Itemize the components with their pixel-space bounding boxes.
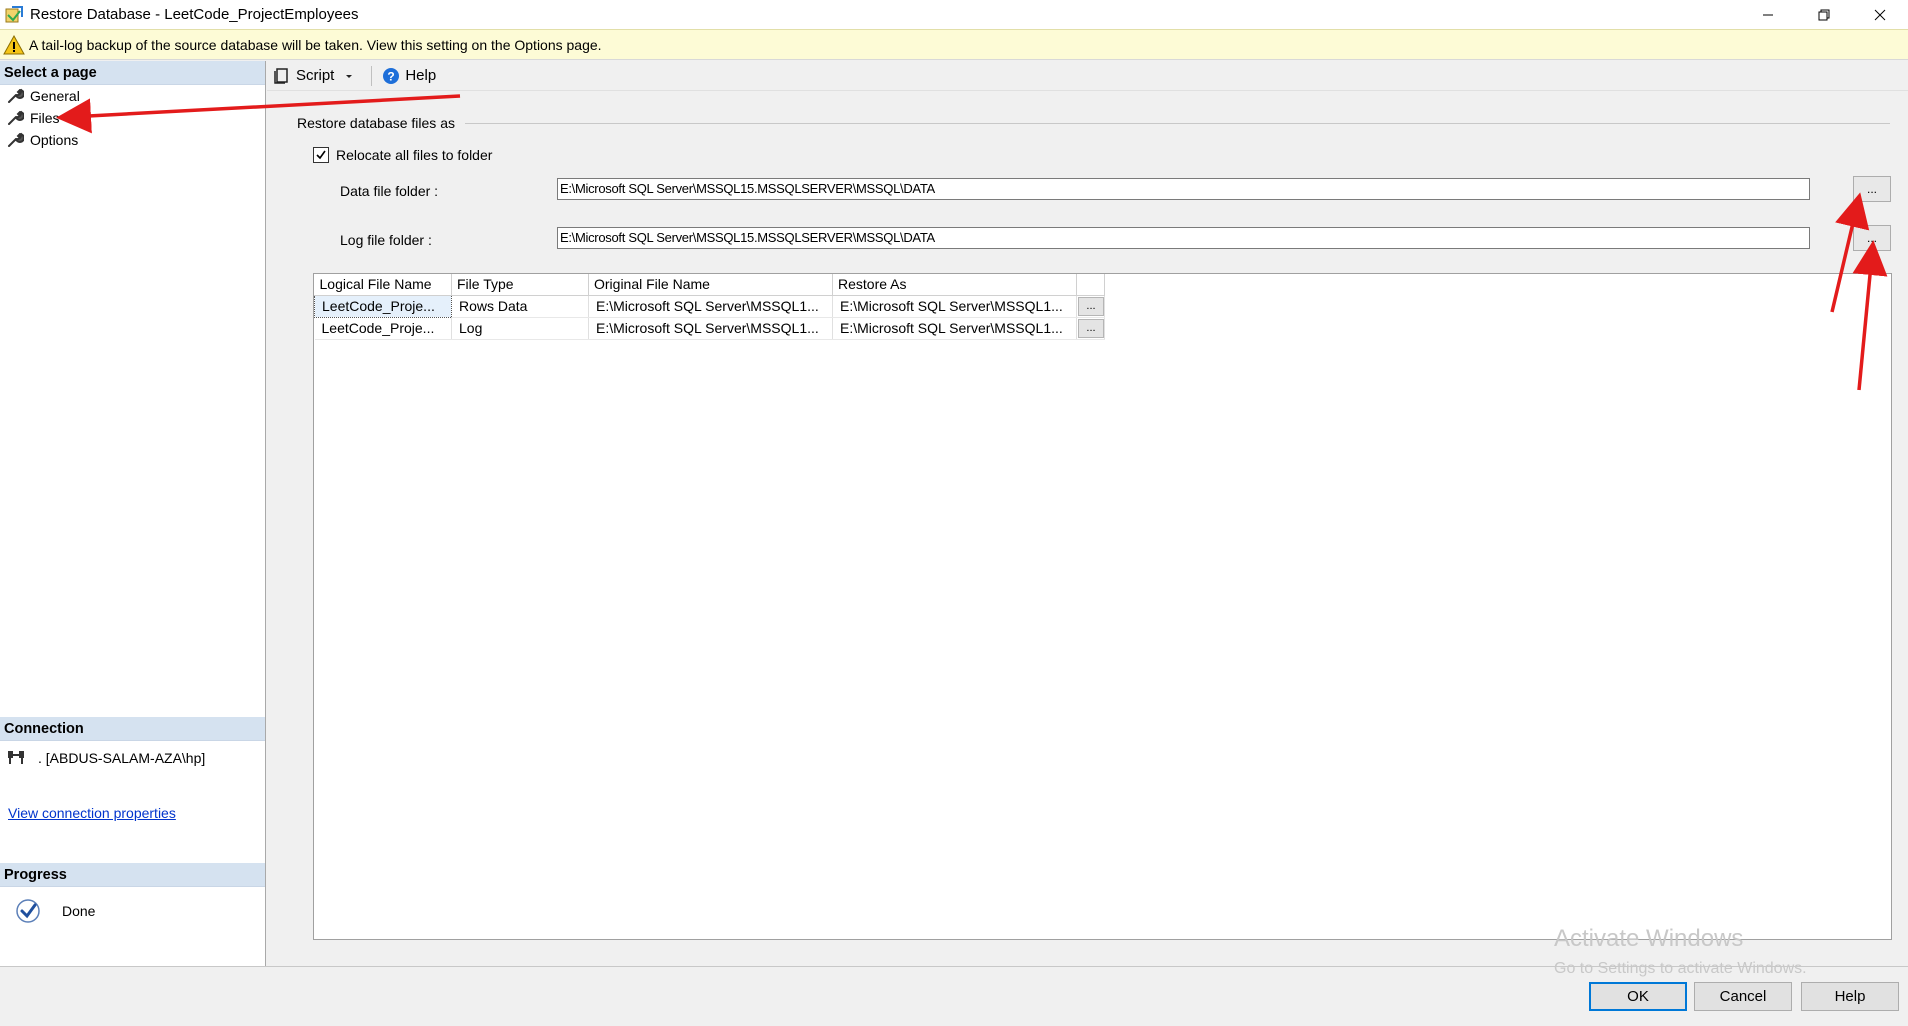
ok-button[interactable]: OK	[1589, 982, 1687, 1011]
progress-status-text: Done	[62, 903, 96, 919]
cell-browse: ...	[1076, 317, 1105, 340]
files-table: Logical File Name File Type Original Fil…	[314, 274, 1105, 340]
select-page-header: Select a page	[0, 61, 265, 85]
data-file-folder-input[interactable]: E:\Microsoft SQL Server\MSSQL15.MSSQLSER…	[557, 178, 1810, 200]
cell-file-type[interactable]: Rows Data	[451, 295, 589, 318]
close-window-button[interactable]	[1852, 0, 1908, 29]
cell-file-type[interactable]: Log	[451, 317, 589, 340]
cell-browse: ...	[1076, 295, 1105, 318]
cell-logical-name[interactable]: LeetCode_Proje...	[314, 294, 452, 318]
title-bar: Restore Database - LeetCode_ProjectEmplo…	[0, 0, 1908, 29]
table-row[interactable]: LeetCode_Proje... Rows Data E:\Microsoft…	[314, 294, 1105, 318]
script-label: Script	[296, 67, 335, 84]
relocate-checkbox-row[interactable]: Relocate all files to folder	[313, 147, 492, 163]
wrench-icon	[8, 110, 24, 125]
svg-text:?: ?	[388, 69, 395, 83]
sidebar-item-label: Options	[30, 132, 79, 148]
restore-window-button[interactable]	[1796, 0, 1852, 29]
warning-icon	[3, 34, 25, 54]
done-check-icon	[16, 899, 40, 923]
log-file-folder-label: Log file folder :	[340, 232, 432, 248]
script-button[interactable]: Script	[267, 63, 367, 89]
help-toolbar-button[interactable]: ? Help	[376, 63, 442, 89]
window-controls	[1740, 0, 1908, 29]
cell-restore-as[interactable]: E:\Microsoft SQL Server\MSSQL1...	[832, 295, 1077, 318]
cancel-button[interactable]: Cancel	[1694, 982, 1792, 1011]
chevron-down-icon	[346, 74, 353, 78]
restore-files-group-title: Restore database files as	[297, 115, 455, 131]
left-panel: Select a page General Files Options Conn…	[0, 61, 266, 966]
script-icon	[274, 67, 288, 84]
files-grid[interactable]: Logical File Name File Type Original Fil…	[313, 273, 1892, 940]
relocate-checkbox[interactable]	[313, 147, 329, 163]
sidebar-item-general[interactable]: General	[0, 85, 265, 107]
cell-original-file-name[interactable]: E:\Microsoft SQL Server\MSSQL1...	[588, 317, 833, 340]
tail-log-warning-bar: A tail-log backup of the source database…	[0, 29, 1908, 60]
view-connection-properties-link[interactable]: View connection properties	[8, 805, 176, 821]
help-button[interactable]: Help	[1801, 982, 1899, 1011]
connection-server: . [ABDUS-SALAM-AZA\hp]	[0, 741, 265, 767]
cell-logical-name[interactable]: LeetCode_Proje...	[314, 317, 452, 340]
data-folder-browse-button[interactable]: ...	[1853, 176, 1891, 202]
warning-text: A tail-log backup of the source database…	[29, 36, 602, 53]
bottom-divider	[0, 966, 1908, 967]
connection-header: Connection	[0, 717, 265, 741]
group-divider	[465, 123, 1890, 124]
column-header-logical-name[interactable]: Logical File Name	[314, 274, 452, 296]
progress-header: Progress	[0, 863, 265, 887]
cell-restore-as[interactable]: E:\Microsoft SQL Server\MSSQL1...	[832, 317, 1077, 340]
restore-window-icon	[1818, 9, 1830, 20]
close-icon	[1874, 9, 1886, 20]
help-label: Help	[405, 67, 437, 84]
column-header-browse	[1076, 274, 1105, 296]
column-header-original-file-name[interactable]: Original File Name	[588, 274, 833, 296]
table-row[interactable]: LeetCode_Proje... Log E:\Microsoft SQL S…	[314, 317, 1105, 340]
relocate-label: Relocate all files to folder	[336, 147, 493, 163]
sidebar-item-label: Files	[30, 110, 60, 126]
log-folder-browse-button[interactable]: ...	[1853, 225, 1891, 251]
wrench-icon	[8, 132, 24, 147]
table-header-row: Logical File Name File Type Original Fil…	[314, 274, 1105, 296]
log-file-folder-input[interactable]: E:\Microsoft SQL Server\MSSQL15.MSSQLSER…	[557, 227, 1810, 249]
window-title: Restore Database - LeetCode_ProjectEmplo…	[30, 6, 359, 23]
connection-section: Connection . [ABDUS-SALAM-AZA\hp] View c…	[0, 717, 265, 821]
sidebar-item-options[interactable]: Options	[0, 129, 265, 151]
wrench-icon	[8, 88, 24, 103]
data-file-folder-label: Data file folder :	[340, 183, 439, 199]
connection-server-text: . [ABDUS-SALAM-AZA\hp]	[38, 750, 206, 766]
toolbar: Script ? Help	[267, 61, 1908, 91]
activate-windows-subtext: Go to Settings to activate Windows.	[1554, 960, 1807, 977]
row-browse-button[interactable]: ...	[1078, 318, 1104, 338]
minimize-button[interactable]	[1740, 0, 1796, 29]
sidebar-item-files[interactable]: Files	[0, 107, 265, 129]
database-restore-icon	[5, 5, 23, 22]
sidebar-item-label: General	[30, 88, 80, 104]
column-header-file-type[interactable]: File Type	[451, 274, 589, 296]
toolbar-separator	[371, 65, 373, 86]
server-connection-icon	[8, 751, 24, 764]
progress-section: Progress Done	[0, 863, 265, 925]
column-header-restore-as[interactable]: Restore As	[832, 274, 1077, 296]
help-icon: ?	[383, 67, 400, 84]
checkmark-icon	[316, 150, 326, 160]
progress-status: Done	[0, 887, 265, 925]
row-browse-button[interactable]: ...	[1078, 296, 1104, 316]
minimize-icon	[1763, 14, 1773, 15]
cell-original-file-name[interactable]: E:\Microsoft SQL Server\MSSQL1...	[588, 295, 833, 318]
activate-windows-watermark: Activate Windows	[1554, 925, 1744, 952]
